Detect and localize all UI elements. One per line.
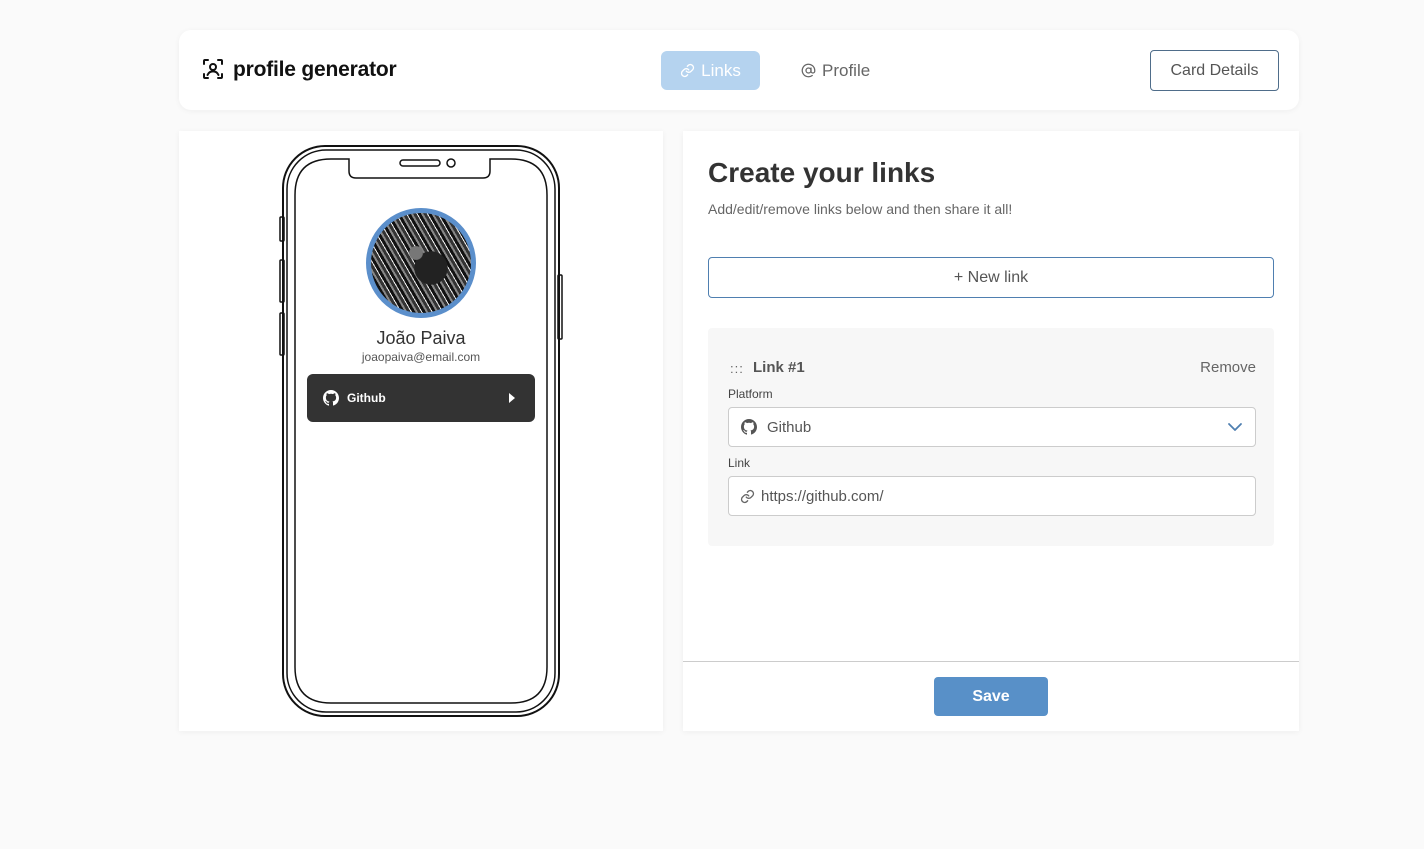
phone-preview-panel: João Paiva joaopaiva@email.com Github bbox=[179, 131, 663, 731]
link-icon bbox=[740, 489, 755, 504]
tab-links-label: Links bbox=[701, 60, 741, 80]
tab-links[interactable]: Links bbox=[661, 51, 760, 90]
link-card: ::: Link #1 Remove Platform Github Link bbox=[708, 328, 1274, 546]
at-sign-icon bbox=[801, 63, 816, 78]
link-label: Link bbox=[728, 456, 751, 470]
brand-name: profile generator bbox=[233, 58, 397, 81]
tab-profile-label: Profile bbox=[822, 60, 871, 80]
user-scan-icon bbox=[201, 57, 225, 83]
preview-email: joaopaiva@email.com bbox=[361, 350, 481, 364]
top-navbar: profile generator Links Profile Card Det… bbox=[179, 30, 1299, 110]
brand: profile generator bbox=[201, 57, 397, 83]
link-icon bbox=[680, 63, 695, 78]
github-icon bbox=[741, 419, 757, 435]
platform-select[interactable]: Github bbox=[728, 407, 1256, 447]
footer-divider bbox=[683, 661, 1299, 662]
remove-link-button[interactable]: Remove bbox=[1200, 359, 1256, 376]
links-editor-panel: Create your links Add/edit/remove links … bbox=[683, 131, 1299, 731]
drag-handle-icon[interactable]: ::: bbox=[730, 361, 744, 376]
link-url-input[interactable] bbox=[761, 487, 1244, 505]
new-link-button[interactable]: + New link bbox=[708, 257, 1274, 298]
page-title: Create your links bbox=[708, 157, 936, 188]
preview-name: João Paiva bbox=[376, 328, 466, 348]
platform-select-value: Github bbox=[767, 418, 812, 436]
chevron-down-icon bbox=[1227, 419, 1243, 435]
arrow-right-icon bbox=[509, 393, 515, 403]
save-button[interactable]: Save bbox=[934, 677, 1048, 716]
card-details-button[interactable]: Card Details bbox=[1150, 50, 1279, 91]
platform-label: Platform bbox=[728, 387, 773, 401]
link-field bbox=[728, 476, 1256, 516]
github-icon bbox=[323, 390, 339, 406]
preview-link-label: Github bbox=[347, 391, 386, 405]
page-subtitle: Add/edit/remove links below and then sha… bbox=[708, 201, 1013, 217]
link-card-title: Link #1 bbox=[753, 359, 805, 376]
tab-profile[interactable]: Profile bbox=[789, 51, 882, 90]
preview-link-github[interactable]: Github bbox=[307, 374, 535, 422]
avatar bbox=[366, 208, 476, 318]
